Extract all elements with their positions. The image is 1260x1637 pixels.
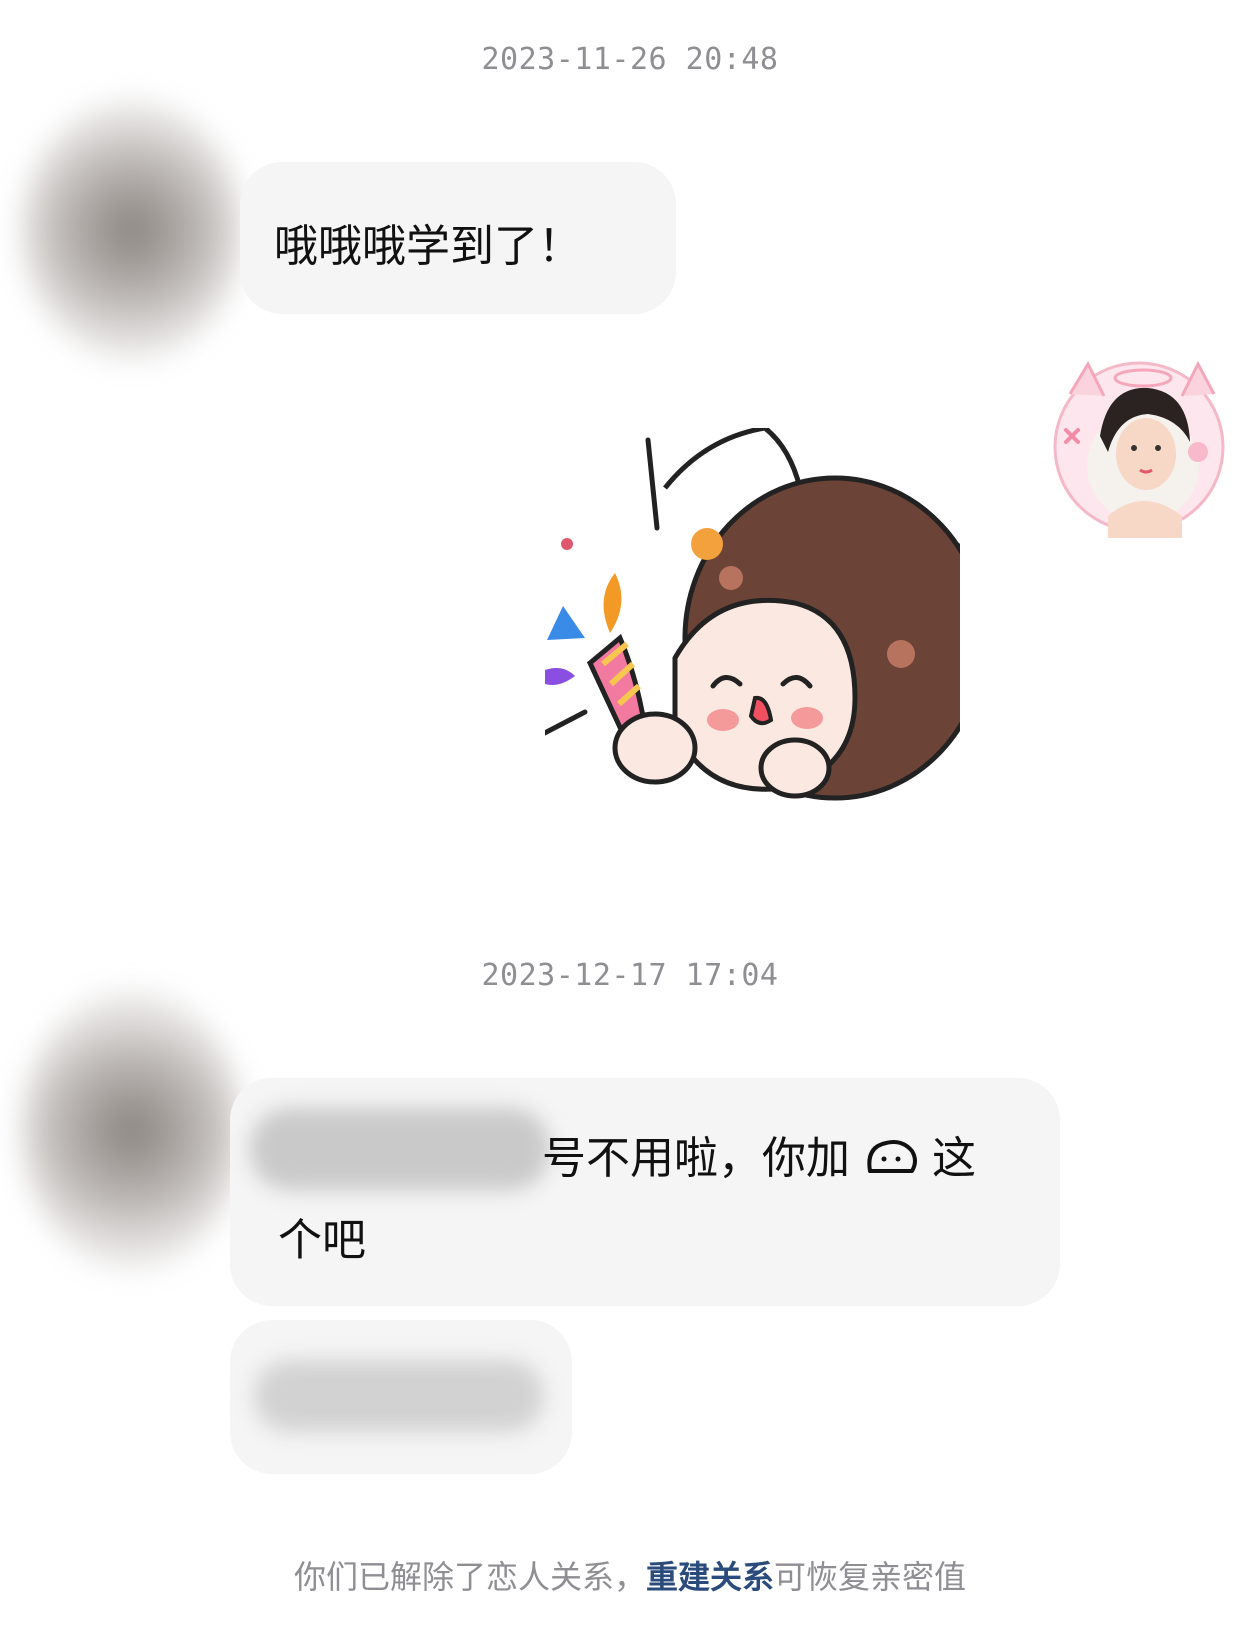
message-bubble-incoming[interactable]: [230, 1320, 572, 1474]
message-bubble-incoming[interactable]: 号不用啦，你加 这 个吧: [230, 1078, 1060, 1306]
redacted-text: [254, 1360, 544, 1432]
notice-text: 你们已解除了恋人关系，: [293, 1558, 646, 1596]
timestamp: 2023-11-26 20:48: [481, 42, 779, 77]
message-text: 号不用啦，你加: [542, 1133, 850, 1184]
contact-avatar[interactable]: [22, 100, 242, 360]
message-text: 这: [932, 1133, 976, 1184]
notice-text: 可恢复亲密值: [774, 1558, 967, 1596]
redacted-text: [250, 1108, 550, 1190]
rebuild-relationship-link[interactable]: 重建关系: [646, 1558, 774, 1596]
bun-face-emoji-icon: [867, 1140, 917, 1173]
sticker-message[interactable]: [545, 428, 1005, 860]
user-avatar[interactable]: [1048, 356, 1230, 538]
message-text: 哦哦哦学到了！: [274, 221, 582, 272]
message-bubble-incoming[interactable]: 哦哦哦学到了！: [240, 162, 676, 314]
timestamp: 2023-12-17 17:04: [481, 958, 779, 993]
contact-avatar[interactable]: [22, 990, 242, 1270]
message-text: 个吧: [278, 1215, 366, 1266]
message-line: 号不用啦，你加 这: [542, 1118, 976, 1200]
message-line: 个吧: [278, 1200, 366, 1282]
relationship-notice: 你们已解除了恋人关系，重建关系可恢复亲密值: [0, 1552, 1260, 1598]
